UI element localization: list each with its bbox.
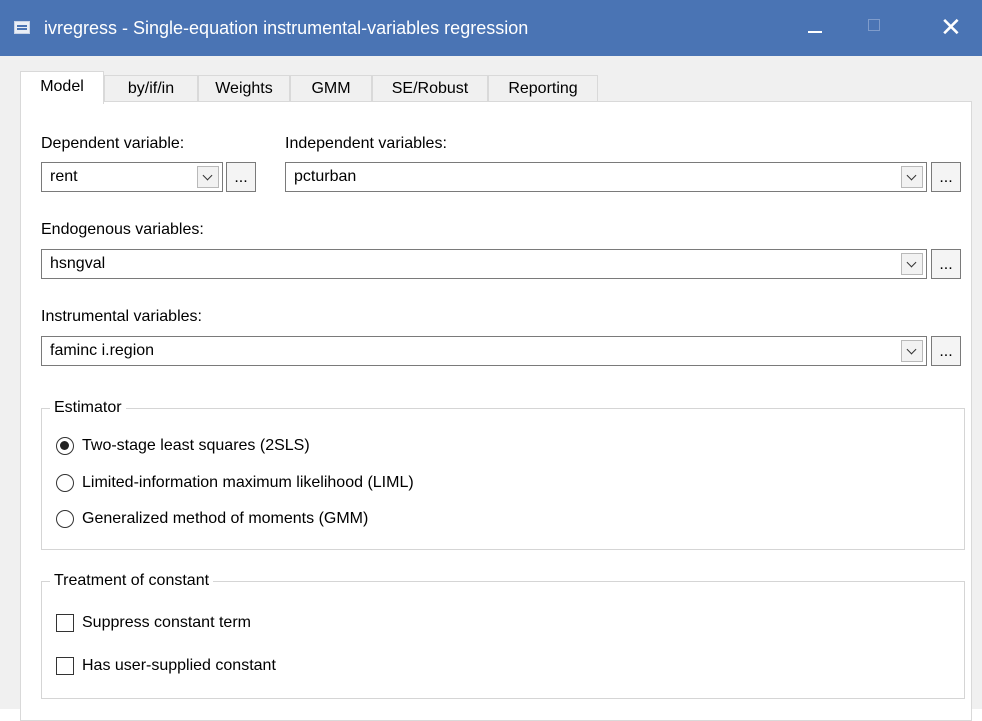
endogenous-variables-label: Endogenous variables: xyxy=(41,221,204,238)
estimator-legend: Estimator xyxy=(50,397,126,419)
tab-reporting[interactable]: Reporting xyxy=(488,75,598,103)
tab-weights[interactable]: Weights xyxy=(198,75,290,103)
chevron-down-icon[interactable] xyxy=(901,340,923,362)
maximize-button[interactable] xyxy=(846,0,906,56)
dialog-body: Model by/if/in Weights GMM SE/Robust Rep… xyxy=(0,56,982,721)
radio-button[interactable] xyxy=(56,474,74,492)
close-button[interactable]: ✕ xyxy=(922,0,982,56)
app-icon xyxy=(14,21,30,34)
maximize-icon xyxy=(868,19,880,31)
minimize-button[interactable] xyxy=(786,0,846,56)
user-supplied-constant-label: Has user-supplied constant xyxy=(82,657,276,674)
independent-variables-value: pcturban xyxy=(294,168,357,185)
dependent-variable-combo[interactable]: rent xyxy=(41,162,223,192)
tab-by-if-in[interactable]: by/if/in xyxy=(104,75,198,103)
chevron-down-icon[interactable] xyxy=(901,253,923,275)
suppress-constant-label: Suppress constant term xyxy=(82,614,251,631)
title-bar: ivregress - Single-equation instrumental… xyxy=(0,0,982,56)
close-icon: ✕ xyxy=(940,12,962,42)
independent-variables-label: Independent variables: xyxy=(285,135,447,152)
estimator-group: Estimator Two-stage least squares (2SLS)… xyxy=(41,397,965,550)
instrumental-variables-value: faminc i.region xyxy=(50,342,155,359)
dependent-variable-value: rent xyxy=(50,168,78,185)
minimize-icon xyxy=(808,31,822,33)
tab-gmm[interactable]: GMM xyxy=(290,75,372,103)
radio-2sls-label: Two-stage least squares (2SLS) xyxy=(82,437,310,454)
chevron-down-icon[interactable] xyxy=(197,166,219,188)
constant-group: Treatment of constant Suppress constant … xyxy=(41,570,965,699)
endogenous-variables-browse-button[interactable]: ... xyxy=(931,249,961,279)
checkbox[interactable] xyxy=(56,657,74,675)
endogenous-variables-value: hsngval xyxy=(50,255,106,272)
radio-liml-label: Limited-information maximum likelihood (… xyxy=(82,474,414,491)
instrumental-variables-label: Instrumental variables: xyxy=(41,308,202,325)
model-tab-page: Dependent variable: rent ... Independent… xyxy=(20,101,972,721)
dependent-variable-label: Dependent variable: xyxy=(41,135,185,152)
chevron-down-icon[interactable] xyxy=(901,166,923,188)
constant-legend: Treatment of constant xyxy=(50,570,214,592)
radio-button-selected[interactable] xyxy=(56,437,74,455)
window-title: ivregress - Single-equation instrumental… xyxy=(44,18,529,38)
radio-button[interactable] xyxy=(56,510,74,528)
instrumental-variables-combo[interactable]: faminc i.region xyxy=(41,336,927,366)
independent-variables-combo[interactable]: pcturban xyxy=(285,162,927,192)
instrumental-variables-browse-button[interactable]: ... xyxy=(931,336,961,366)
independent-variables-browse-button[interactable]: ... xyxy=(931,162,961,192)
endogenous-variables-combo[interactable]: hsngval xyxy=(41,249,927,279)
checkbox[interactable] xyxy=(56,614,74,632)
tab-model[interactable]: Model xyxy=(20,71,104,104)
radio-gmm-label: Generalized method of moments (GMM) xyxy=(82,510,369,527)
dependent-variable-browse-button[interactable]: ... xyxy=(226,162,256,192)
tab-se-robust[interactable]: SE/Robust xyxy=(372,75,488,103)
